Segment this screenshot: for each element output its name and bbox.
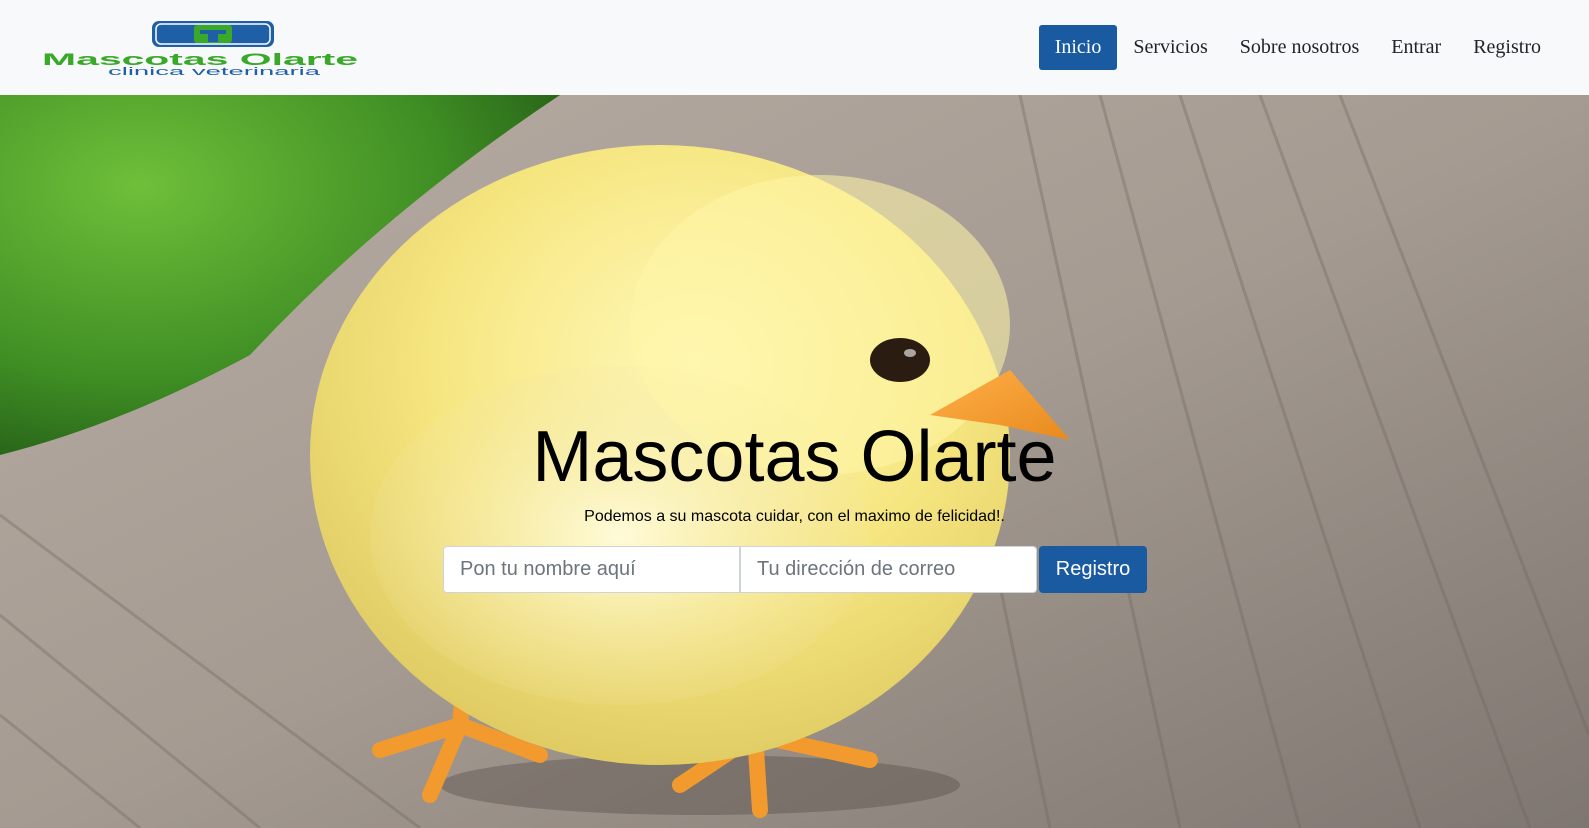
nav-servicios[interactable]: Servicios <box>1117 25 1223 70</box>
signup-form: Registro <box>443 546 1147 593</box>
hero-subtitle: Podemos a su mascota cuidar, con el maxi… <box>584 508 1005 525</box>
logo-tagline: clinica veterinaria <box>108 66 322 75</box>
navbar: Mascotas Olarte clinica veterinaria Inic… <box>0 0 1589 95</box>
nav-entrar[interactable]: Entrar <box>1375 25 1457 70</box>
hero-title: Mascotas Olarte <box>532 417 1057 497</box>
hero-section: Mascotas Olarte Podemos a su mascota cui… <box>0 95 1589 828</box>
main-nav: Inicio Servicios Sobre nosotros Entrar R… <box>1038 25 1557 70</box>
email-input[interactable] <box>740 546 1037 593</box>
register-button[interactable]: Registro <box>1039 546 1147 593</box>
brand-logo[interactable]: Mascotas Olarte clinica veterinaria <box>42 19 362 75</box>
nav-sobre-nosotros[interactable]: Sobre nosotros <box>1224 25 1375 70</box>
nav-registro[interactable]: Registro <box>1457 25 1557 70</box>
name-input[interactable] <box>443 546 740 593</box>
nav-inicio[interactable]: Inicio <box>1038 25 1118 70</box>
